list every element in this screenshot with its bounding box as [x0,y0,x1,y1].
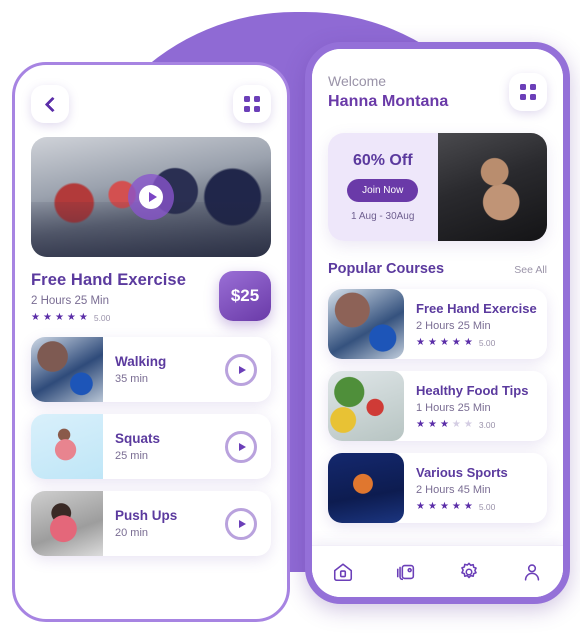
phone-detail-screen: Free Hand Exercise 2 Hours 25 Min ★ ★ ★ … [12,62,290,622]
play-icon [238,365,246,374]
exercise-list: Walking 35 min Squats 25 min Push Ups 20… [31,337,271,556]
grid-menu-icon [520,84,536,100]
course-thumbnail [328,371,404,441]
star-icon: ★ [463,500,473,512]
detail-title-row: Free Hand Exercise 2 Hours 25 Min ★ ★ ★ … [31,271,271,323]
star-icon: ★ [463,336,473,348]
home-menu-button[interactable] [509,73,547,111]
chevron-left-icon [44,96,60,112]
cards-stack-icon[interactable] [395,561,417,583]
promo-dates: 1 Aug - 30Aug [351,211,415,222]
play-icon [139,185,163,209]
star-icon: ★ [439,418,449,430]
course-thumbnail [328,453,404,523]
star-icon: ★ [451,418,461,430]
section-title: Popular Courses [328,261,445,277]
exercise-play-button[interactable] [225,353,257,386]
home-icon[interactable] [332,561,354,583]
grid-menu-icon [244,96,260,112]
exercise-thumbnail [31,414,103,479]
star-icon: ★ [42,312,52,323]
star-icon: ★ [416,418,425,430]
rating-value: 5.00 [93,313,111,323]
course-thumbnail [328,289,404,359]
detail-duration: 2 Hours 25 Min [31,295,109,307]
detail-title: Free Hand Exercise [31,271,186,289]
exercise-thumbnail [31,337,103,402]
exercise-thumbnail [31,491,103,556]
welcome-label: Welcome [328,73,387,89]
course-duration: 2 Hours 25 Min [416,319,491,332]
star-icon: ★ [427,500,437,512]
star-icon: ★ [451,500,461,512]
exercise-name: Push Ups [115,508,178,523]
promo-image [437,133,547,241]
star-icon: ★ [78,312,88,323]
play-icon [238,442,246,451]
join-now-button[interactable]: Join Now [347,179,419,202]
rating-value: 5.00 [478,337,496,348]
gear-icon[interactable] [458,561,480,583]
course-name: Free Hand Exercise [416,300,537,316]
see-all-link[interactable]: See All [514,264,547,276]
user-name: Hanna Montana [328,93,449,110]
bottom-navigation [312,545,563,597]
hero-play-button[interactable] [128,174,174,220]
exercise-play-button[interactable] [225,430,257,463]
list-item[interactable]: Squats 25 min [31,414,271,479]
promo-discount: 60% Off [352,152,413,169]
star-icon: ★ [66,312,76,323]
promo-banner[interactable]: 60% Off Join Now 1 Aug - 30Aug [328,133,547,241]
course-name: Healthy Food Tips [416,382,529,398]
rating-value: 3.00 [478,419,496,430]
exercise-duration: 35 min [115,373,149,385]
price-badge[interactable]: $25 [219,271,271,321]
phone-home-screen: Welcome Hanna Montana 60% Off Join Now 1… [305,42,570,604]
hero-video[interactable] [31,137,271,257]
star-icon: ★ [31,312,40,323]
course-rating: ★ ★ ★ ★ ★ 5.00 [416,336,537,348]
star-icon: ★ [439,500,449,512]
exercise-name: Squats [115,431,161,446]
profile-icon[interactable] [521,561,543,583]
star-icon: ★ [416,500,425,512]
list-item[interactable]: Walking 35 min [31,337,271,402]
detail-rating: ★ ★ ★ ★ ★ 5.00 [31,312,186,324]
course-name: Various Sports [416,464,508,480]
section-header: Popular Courses See All [328,261,547,277]
exercise-duration: 25 min [115,450,149,462]
back-button[interactable] [31,85,69,123]
list-item[interactable]: Various Sports 2 Hours 45 Min ★ ★ ★ ★ ★ … [328,453,547,523]
exercise-play-button[interactable] [225,507,257,540]
course-rating: ★ ★ ★ ★ ★ 5.00 [416,500,537,512]
exercise-duration: 20 min [115,527,149,539]
exercise-name: Walking [115,354,167,369]
detail-topbar [31,83,271,125]
course-rating: ★ ★ ★ ★ ★ 3.00 [416,418,537,430]
star-icon: ★ [463,418,473,430]
course-list: Free Hand Exercise 2 Hours 25 Min ★ ★ ★ … [328,289,547,523]
course-duration: 2 Hours 45 Min [416,483,491,496]
app-mockup-stage: Free Hand Exercise 2 Hours 25 Min ★ ★ ★ … [0,0,580,643]
star-icon: ★ [451,336,461,348]
home-topbar: Welcome Hanna Montana [328,73,547,111]
star-icon: ★ [439,336,449,348]
play-icon [238,519,246,528]
list-item[interactable]: Push Ups 20 min [31,491,271,556]
star-icon: ★ [427,418,437,430]
list-item[interactable]: Free Hand Exercise 2 Hours 25 Min ★ ★ ★ … [328,289,547,359]
star-icon: ★ [54,312,64,323]
star-icon: ★ [416,336,425,348]
list-item[interactable]: Healthy Food Tips 1 Hours 25 Min ★ ★ ★ ★… [328,371,547,441]
rating-value: 5.00 [478,501,496,512]
detail-menu-button[interactable] [233,85,271,123]
course-duration: 1 Hours 25 Min [416,401,491,414]
star-icon: ★ [427,336,437,348]
